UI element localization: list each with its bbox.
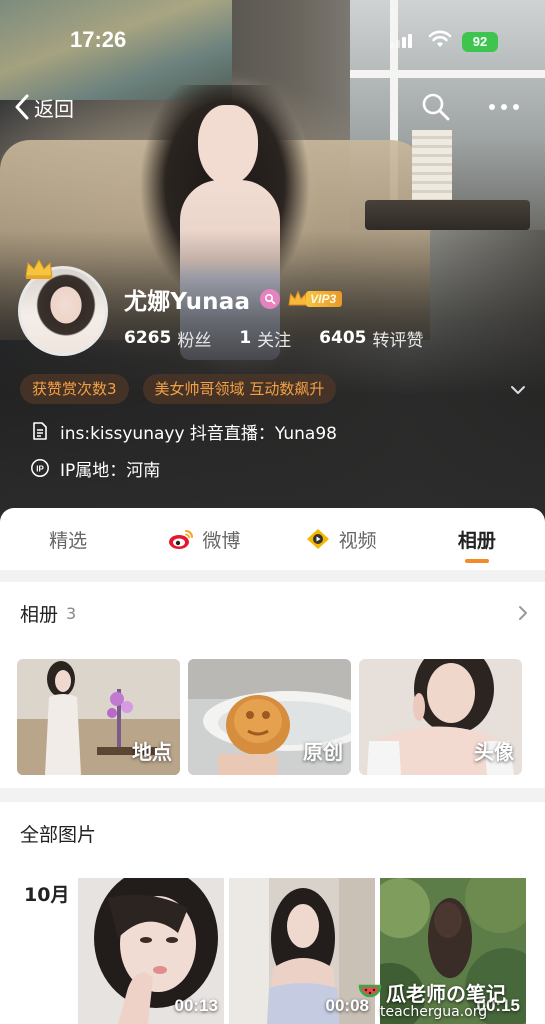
search-icon[interactable] [420,91,452,123]
tab-album[interactable]: 相册 [409,508,545,570]
wifi-icon [428,30,452,47]
cover-lamp [412,130,452,205]
album-avatar[interactable]: 头像 [359,659,522,775]
tab-featured-label: 精选 [49,529,88,552]
engagement-label: 转评赞 [372,330,424,351]
battery-level: 92 [472,34,488,49]
status-time: 17:26 [70,27,127,52]
cover-table [365,200,530,230]
followers-count[interactable]: 6265 [124,328,171,348]
watermark: 瓜老师の笔记 teachergua.org [358,976,533,1024]
following-count[interactable]: 1 [239,328,251,348]
bio-text: ins:kissyunayy 抖音直播：Yuna98 [60,423,337,444]
status-bar: 17:26 92 [0,22,545,58]
video-play-icon [306,529,329,549]
ip-location-row: IP IP属地：河南 [30,456,161,481]
crown-icon [25,258,53,279]
video-duration: 00:13 [174,996,218,1015]
chevron-right-icon[interactable] [516,603,530,623]
albums-header[interactable]: 相册 3 [20,598,76,628]
watermelon-icon [358,984,382,998]
tab-album-label: 相册 [457,529,496,552]
album-original[interactable]: 原创 [188,659,351,775]
tab-weibo-label: 微博 [202,529,241,552]
cellular-signal-icon [390,34,412,48]
profile-name-row: 尤娜Yunaa VIP3 [124,283,343,315]
watermark-url: teachergua.org [380,1004,488,1020]
chevron-down-icon[interactable] [508,380,528,400]
ip-location-text: IP属地：河南 [60,460,161,481]
album-location[interactable]: 地点 [17,659,180,775]
bio-row: ins:kissyunayy 抖音直播：Yuna98 [30,419,337,444]
month-label: 10月 [24,884,70,906]
album-original-label: 原创 [303,740,343,764]
svg-text:IP: IP [36,465,44,474]
back-button[interactable]: 返回 [14,91,74,123]
tag-domain-trending[interactable]: 美女帅哥领域 互动数飙升 [142,374,337,404]
battery-indicator: 92 [462,32,498,52]
profile-tabs: 精选 微博 视频 相册 [0,508,545,570]
more-options-icon[interactable] [484,95,524,119]
document-icon [33,422,47,440]
album-location-label: 地点 [132,740,172,764]
tab-video[interactable]: 视频 [273,508,409,570]
tab-featured[interactable]: 精选 [0,508,136,570]
albums-title: 相册 [20,603,59,626]
profile-stats: 6265 粉丝 1 关注 6405 转评赞 [124,325,452,351]
all-photos-header: 全部图片 [20,818,96,848]
tab-video-label: 视频 [338,529,377,552]
album-avatar-label: 头像 [474,740,514,764]
all-photos-title: 全部图片 [20,823,97,846]
followers-label[interactable]: 粉丝 [177,326,211,351]
top-nav-bar: 返回 [0,85,545,129]
vip-badge[interactable]: VIP3 [288,289,343,309]
ip-location-icon: IP [31,459,49,477]
vip-crown-icon [288,290,308,306]
photo-item[interactable]: 00:08 [229,878,375,1024]
engagement-count: 6405 [319,328,367,348]
tab-weibo[interactable]: 微博 [136,508,272,570]
watermark-title: 瓜老师の笔记 [386,982,506,1006]
albums-count: 3 [66,603,77,623]
profile-tags: 获赞赏次数3 美女帅哥领域 互动数飙升 [20,374,350,406]
vip-label: VIP3 [306,291,343,307]
chevron-left-icon [15,94,29,120]
back-label: 返回 [34,96,74,121]
photo-item[interactable]: 00:13 [78,878,224,1024]
tag-tips-count[interactable]: 获赞赏次数3 [20,374,129,404]
profile-name: 尤娜Yunaa [124,289,251,315]
verified-search-badge-icon[interactable] [260,289,281,309]
weibo-logo-icon [169,530,194,549]
avatar-container[interactable] [18,258,108,356]
following-label[interactable]: 关注 [257,326,291,351]
